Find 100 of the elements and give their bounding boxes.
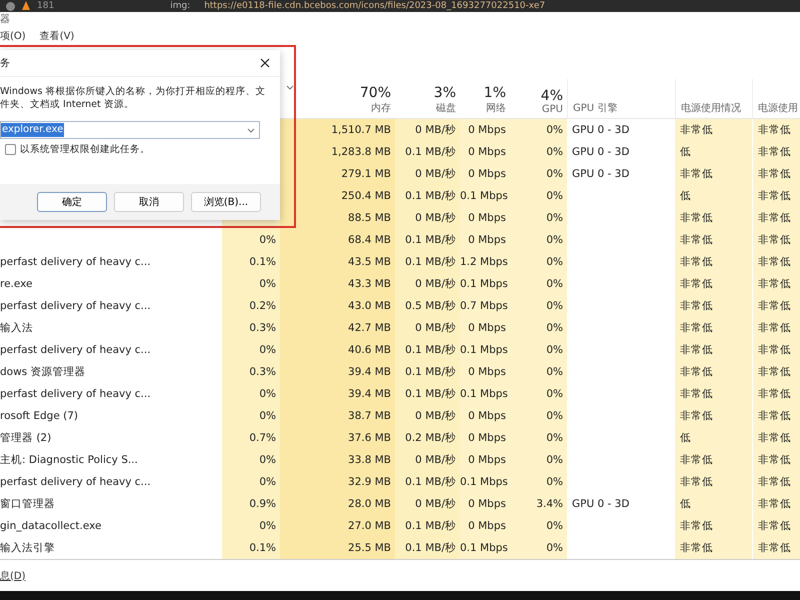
cancel-button[interactable]: 取消 — [114, 192, 184, 212]
table-cell: 非常低 — [752, 339, 800, 361]
table-cell: 0.1% — [222, 537, 280, 559]
column-header[interactable]: 4% GPU — [510, 79, 567, 118]
table-cell: 0% — [222, 383, 280, 405]
table-cell: 非常低 — [675, 515, 752, 537]
cone-icon[interactable] — [21, 1, 31, 11]
table-cell: 0 MB/秒 — [395, 273, 460, 295]
usage-percent: 70% — [360, 85, 391, 101]
table-cell: 0% — [510, 471, 567, 493]
table-cell: 0 Mbps — [460, 493, 510, 515]
table-cell: 非常低 — [752, 537, 800, 559]
table-cell: 非常低 — [752, 317, 800, 339]
table-cell: 0% — [510, 119, 567, 141]
browse-button[interactable]: 浏览(B)... — [191, 192, 261, 212]
table-cell: 非常低 — [752, 207, 800, 229]
caret-icon[interactable] — [247, 128, 255, 132]
table-cell: 非常低 — [675, 229, 752, 251]
table-cell: 1.2 Mbps — [460, 251, 510, 273]
table-cell: 非常低 — [752, 449, 800, 471]
table-cell: 0% — [510, 141, 567, 163]
table-cell: 0% — [510, 537, 567, 559]
table-cell: 非常低 — [675, 163, 752, 185]
close-icon — [260, 58, 270, 68]
table-cell: 非常低 — [675, 317, 752, 339]
column-header[interactable]: 70% 内存 — [280, 79, 395, 118]
column-header[interactable]: GPU 引擎 — [567, 79, 675, 118]
table-cell: 0 Mbps — [460, 229, 510, 251]
table-cell: 0.1 Mbps — [460, 273, 510, 295]
table-cell: 0 Mbps — [460, 141, 510, 163]
open-combobox[interactable]: explorer.exe — [0, 121, 260, 139]
table-cell: 低 — [675, 493, 752, 515]
description-text: Windows 将根据你所键入的名称，为你打开相应的程序、文 — [0, 85, 266, 98]
column-header[interactable]: 电源使用 — [752, 79, 800, 118]
menu-item[interactable]: 查看(V) — [40, 29, 74, 43]
table-cell: 低 — [675, 185, 752, 207]
table-cell: 0.5 MB/秒 — [395, 295, 460, 317]
table-cell: 非常低 — [675, 251, 752, 273]
table-cell: 0% — [510, 383, 567, 405]
column-label: 磁盘 — [436, 102, 456, 115]
table-cell: 0% — [222, 339, 280, 361]
table-cell: 0.1 Mbps — [460, 185, 510, 207]
description-text: 件夹、文档或 Internet 资源。 — [0, 98, 135, 111]
table-cell: 0% — [222, 405, 280, 427]
table-cell: 0 Mbps — [460, 515, 510, 537]
table-cell: 0.9% — [222, 493, 280, 515]
checkbox[interactable] — [5, 144, 16, 155]
table-cell: 0% — [510, 229, 567, 251]
table-cell: 0% — [510, 163, 567, 185]
table-cell: 88.5 MB — [280, 207, 395, 229]
table-cell: 0% — [510, 449, 567, 471]
ok-button[interactable]: 确定 — [37, 192, 107, 212]
count-label: 181 — [37, 1, 54, 11]
table-cell: 27.0 MB — [280, 515, 395, 537]
table-cell: 0% — [510, 251, 567, 273]
table-cell: 非常低 — [675, 119, 752, 141]
table-cell: 3.4% — [510, 493, 567, 515]
table-cell: 28.0 MB — [280, 493, 395, 515]
table-cell: 0.1 MB/秒 — [395, 251, 460, 273]
table-cell: 非常低 — [752, 471, 800, 493]
table-cell: 0% — [222, 229, 280, 251]
table-cell: 38.7 MB — [280, 405, 395, 427]
table-cell: 0 Mbps — [460, 163, 510, 185]
details-link[interactable]: 息(D) — [0, 568, 26, 582]
dialog-title: 务 — [0, 57, 10, 70]
table-cell: 0% — [222, 449, 280, 471]
table-cell: 0.2 MB/秒 — [395, 427, 460, 449]
menu-item[interactable]: 项(O) — [0, 29, 26, 43]
table-cell: 0.3% — [222, 361, 280, 383]
column-header[interactable]: 3% 磁盘 — [395, 79, 460, 118]
table-cell: 279.1 MB — [280, 163, 395, 185]
usage-percent: 1% — [484, 85, 506, 101]
table-cell: 250.4 MB — [280, 185, 395, 207]
table-cell: 0% — [510, 515, 567, 537]
table-cell: 非常低 — [675, 207, 752, 229]
table-cell: 非常低 — [752, 493, 800, 515]
table-cell: 非常低 — [752, 515, 800, 537]
window-title: 器 — [0, 13, 11, 27]
column-label: GPU — [542, 104, 563, 115]
table-cell: 0% — [510, 295, 567, 317]
table-cell: 非常低 — [752, 251, 800, 273]
table-cell: 43.0 MB — [280, 295, 395, 317]
caret-icon[interactable] — [286, 85, 294, 90]
table-cell: 0% — [510, 361, 567, 383]
table-cell: 非常低 — [675, 449, 752, 471]
table-cell: 非常低 — [752, 273, 800, 295]
table-cell: 0.1 MB/秒 — [395, 361, 460, 383]
table-cell: 39.4 MB — [280, 361, 395, 383]
table-cell: 0% — [510, 405, 567, 427]
table-cell: 非常低 — [752, 185, 800, 207]
column-header[interactable]: 电源使用情况 — [675, 79, 752, 118]
table-cell: 0% — [510, 317, 567, 339]
table-cell: 非常低 — [752, 405, 800, 427]
column-header[interactable]: 1% 网络 — [460, 79, 510, 118]
usage-percent: 3% — [434, 85, 456, 101]
key-label: img: — [170, 1, 190, 11]
url-text: https://e0118-file.cdn.bcebos.com/icons/files/2023-08_1693277022510-xe7 — [204, 1, 546, 11]
column-label: GPU 引擎 — [573, 102, 618, 115]
table-cell: 0.1 MB/秒 — [395, 229, 460, 251]
usage-percent: 4% — [540, 88, 563, 104]
